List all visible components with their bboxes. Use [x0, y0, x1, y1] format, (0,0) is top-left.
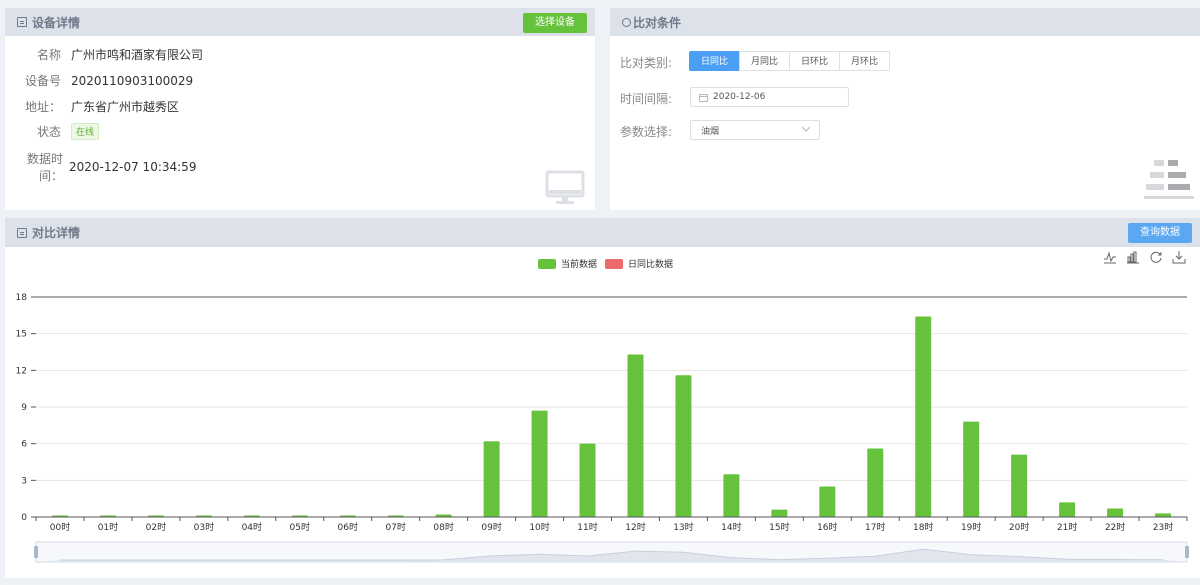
x-tick-label: 13时: [673, 521, 693, 533]
x-tick-label: 07时: [385, 521, 405, 533]
name-label: 名称: [36, 48, 61, 62]
detail-panel: 对比详情 查询数据 当前数据 日同比数据 0 3 6 9 12 15 18 00…: [5, 218, 1200, 578]
x-tick-label: 05时: [290, 521, 310, 533]
x-tick-label: 02时: [146, 521, 166, 533]
bar-23时[interactable]: [1155, 513, 1172, 517]
bar-15时[interactable]: [771, 509, 788, 517]
bar-10时[interactable]: [531, 410, 548, 517]
address-value: 广东省广州市越秀区: [71, 100, 180, 114]
x-tick-label: 12时: [625, 521, 645, 533]
param-label: 参数选择:: [620, 125, 673, 139]
device-panel-title: 设备详情: [17, 14, 80, 31]
y-tick-label: 15: [16, 330, 27, 340]
bar-12时[interactable]: [627, 354, 644, 517]
data-zoom-slider[interactable]: [34, 541, 1189, 563]
circle-icon: [622, 17, 631, 27]
x-tick-label: 17时: [865, 521, 885, 533]
y-tick-label: 18: [16, 293, 28, 303]
device-id-label: 设备号: [24, 74, 61, 88]
monitor-icon: [545, 170, 585, 204]
device-title-text: 设备详情: [32, 15, 81, 30]
x-tick-label: 09时: [481, 521, 501, 533]
compare-title-text: 比对条件: [633, 15, 682, 30]
compare-panel: 比对条件 比对类别: 日同比 月同比 日环比 月环比 时间间隔: 2020-12…: [610, 8, 1200, 210]
y-tick-label: 0: [21, 513, 27, 523]
bar-13时[interactable]: [675, 375, 692, 517]
x-tick-label: 10时: [529, 521, 549, 533]
info-row-address: 地址： 广东省广州市越秀区: [5, 98, 179, 115]
x-tick-label: 08时: [433, 521, 453, 533]
bar-22时[interactable]: [1107, 508, 1124, 517]
stacked-bars-icon: [1144, 160, 1194, 199]
x-tick-label: 23时: [1153, 521, 1173, 533]
bar-09时[interactable]: [483, 441, 500, 517]
param-select[interactable]: 油烟: [690, 120, 820, 140]
zoom-handle-right[interactable]: [1185, 546, 1189, 558]
interval-date-value: 2020-12-06: [713, 92, 766, 102]
bar-chart: 0 3 6 9 12 15 18 00时 01时 02时 03时 04时 05时 06时 07时 08时 09时…: [16, 293, 1189, 563]
x-tick-label: 03时: [194, 521, 214, 533]
x-tick-label: 16时: [817, 521, 837, 533]
compare-type-day-mom[interactable]: 日环比: [789, 51, 841, 71]
chart-bars: [51, 316, 1172, 517]
bar-18时[interactable]: [915, 316, 932, 517]
address-label: 地址：: [24, 100, 61, 114]
x-tick-label: 19时: [961, 521, 981, 533]
x-tick-label: 01时: [98, 521, 118, 533]
x-tick-label: 11时: [577, 521, 597, 533]
device-panel-header: 设备详情 选择设备: [5, 8, 595, 36]
x-tick-label: 22时: [1105, 521, 1125, 533]
status-badge: 在线: [71, 123, 100, 140]
bar-19时[interactable]: [963, 421, 980, 517]
x-tick-label: 04时: [242, 521, 262, 533]
compare-type-segmented: 日同比 月同比 日环比 月环比: [689, 51, 891, 71]
info-row-device-id: 设备号 2020110903100029: [5, 72, 193, 89]
data-time-value: 2020-12-07 10:34:59: [69, 160, 197, 174]
y-tick-label: 3: [21, 476, 27, 486]
status-label: 状态: [36, 125, 61, 139]
y-tick-label: 9: [21, 403, 27, 413]
compare-type-day-yoy[interactable]: 日同比: [689, 51, 741, 71]
bar-21时[interactable]: [1059, 502, 1076, 517]
x-tick-label: 15时: [769, 521, 789, 533]
device-id-value: 2020110903100029: [71, 73, 194, 88]
device-panel: 设备详情 选择设备 名称 广州市鸣和酒家有限公司 设备号 20201109031…: [5, 8, 595, 210]
bar-11时[interactable]: [579, 443, 596, 517]
compare-type-month-mom[interactable]: 月环比: [839, 51, 891, 71]
x-tick-label: 00时: [50, 521, 70, 533]
x-tick-label: 20时: [1009, 521, 1029, 533]
bar-16时[interactable]: [819, 486, 836, 517]
bar-17时[interactable]: [867, 448, 884, 517]
y-tick-label: 6: [21, 440, 27, 450]
name-value: 广州市鸣和酒家有限公司: [71, 48, 204, 62]
data-time-label: 数据时间：: [26, 152, 63, 183]
compare-type-label: 比对类别:: [620, 56, 673, 70]
info-row-name: 名称 广州市鸣和酒家有限公司: [5, 46, 203, 63]
compare-panel-header: 比对条件: [610, 8, 1200, 36]
calendar-icon: [699, 93, 708, 102]
bar-20时[interactable]: [1011, 454, 1028, 517]
document-icon: [17, 17, 27, 27]
info-row-data-time: 数据时间： 2020-12-07 10:34:59: [5, 150, 196, 184]
interval-date-input[interactable]: 2020-12-06: [690, 87, 849, 107]
x-tick-label: 14时: [721, 521, 741, 533]
chevron-down-icon: [801, 126, 811, 132]
x-tick-label: 18时: [913, 521, 933, 533]
y-tick-label: 12: [16, 366, 27, 376]
select-device-button[interactable]: 选择设备: [523, 13, 587, 33]
bar-14时[interactable]: [723, 474, 740, 517]
info-row-status: 状态 在线: [5, 123, 100, 140]
param-select-value: 油烟: [701, 126, 720, 137]
compare-panel-title: 比对条件: [622, 14, 681, 31]
zoom-handle-left[interactable]: [34, 546, 38, 558]
compare-type-month-yoy[interactable]: 月同比: [739, 51, 791, 71]
x-tick-label: 06时: [338, 521, 358, 533]
x-tick-label: 21时: [1057, 521, 1077, 533]
interval-label: 时间间隔:: [620, 92, 673, 106]
